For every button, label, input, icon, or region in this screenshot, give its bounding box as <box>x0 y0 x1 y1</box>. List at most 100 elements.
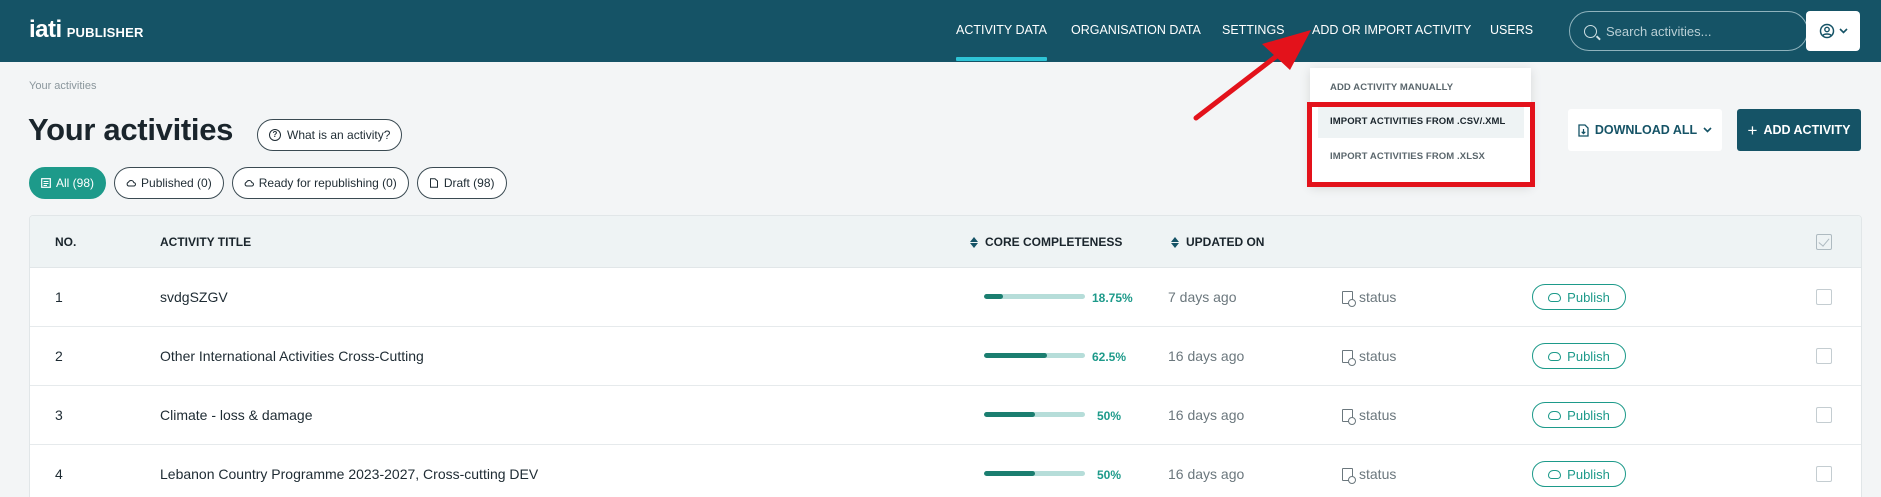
row-title[interactable]: Other International Activities Cross-Cut… <box>160 348 424 364</box>
row-title[interactable]: svdgSZGV <box>160 289 228 305</box>
completeness-bar <box>984 353 1085 358</box>
logo-text: iati <box>29 16 62 43</box>
status-label: status <box>1359 348 1397 364</box>
logo-subtext: PUBLISHER <box>66 25 144 40</box>
row-title[interactable]: Lebanon Country Programme 2023-2027, Cro… <box>160 466 538 482</box>
updated-on: 16 days ago <box>1168 407 1245 423</box>
status-link[interactable]: status <box>1342 289 1396 307</box>
updated-on: 16 days ago <box>1168 348 1245 364</box>
completeness-value: 18.75% <box>1092 291 1133 305</box>
header-updated-on[interactable]: UPDATED ON <box>1171 235 1264 249</box>
download-all-label: DOWNLOAD ALL <box>1594 123 1698 137</box>
publish-label: Publish <box>1567 348 1610 364</box>
table-row[interactable]: 2 Other International Activities Cross-C… <box>30 327 1861 386</box>
status-link[interactable]: status <box>1342 466 1397 484</box>
breadcrumb[interactable]: Your activities <box>29 80 96 92</box>
nav-add-or-import-activity[interactable]: ADD OR IMPORT ACTIVITY <box>1312 23 1471 37</box>
add-activity-button[interactable]: + ADD ACTIVITY <box>1737 109 1861 151</box>
cloud-upload-icon <box>244 179 254 187</box>
activities-table: NO. ACTIVITY TITLE CORE COMPLETENESS UPD… <box>29 215 1862 497</box>
header-core-completeness[interactable]: CORE COMPLETENESS <box>970 235 1122 249</box>
completeness-fill <box>984 471 1035 476</box>
search-input[interactable] <box>1606 23 1786 39</box>
publish-button[interactable]: Publish <box>1532 343 1626 369</box>
search-box <box>1569 11 1808 51</box>
publish-label: Publish <box>1567 466 1610 482</box>
row-checkbox[interactable] <box>1816 466 1832 482</box>
question-icon: ? <box>269 129 281 141</box>
what-is-activity-label: What is an activity? <box>287 128 391 142</box>
updated-on: 16 days ago <box>1168 466 1245 482</box>
draft-doc-icon <box>429 178 438 188</box>
row-number: 2 <box>55 348 63 364</box>
what-is-activity-button[interactable]: ? What is an activity? <box>257 119 403 151</box>
completeness-value: 50% <box>1097 468 1122 482</box>
table-header: NO. ACTIVITY TITLE CORE COMPLETENESS UPD… <box>30 216 1861 268</box>
header-updated-on-label: UPDATED ON <box>1186 235 1265 249</box>
plus-icon: + <box>1747 120 1758 140</box>
completeness-bar <box>984 412 1085 417</box>
row-checkbox[interactable] <box>1816 348 1832 364</box>
table-row[interactable]: 3 Climate - loss & damage 50% 16 days ag… <box>30 386 1861 445</box>
cloud-upload-icon <box>1548 292 1562 302</box>
sort-icon <box>970 236 978 248</box>
chevron-down-icon <box>1703 127 1712 133</box>
filter-chips: All (98) Published (0) Ready for republi… <box>29 167 507 199</box>
select-all-checkbox[interactable] <box>1816 234 1832 250</box>
completeness-value: 50% <box>1097 409 1122 423</box>
publish-button[interactable]: Publish <box>1532 461 1626 487</box>
completeness-fill <box>984 353 1048 358</box>
filter-ready-for-republishing[interactable]: Ready for republishing (0) <box>231 167 409 199</box>
search-icon <box>1584 24 1597 38</box>
chevron-down-icon <box>1838 28 1848 34</box>
top-navbar: iati PUBLISHER ACTIVITY DATA ORGANISATIO… <box>0 0 1881 62</box>
nav-activity-data[interactable]: ACTIVITY DATA <box>956 23 1047 61</box>
filter-published[interactable]: Published (0) <box>114 167 224 199</box>
table-row[interactable]: 4 Lebanon Country Programme 2023-2027, C… <box>30 445 1861 497</box>
status-label: status <box>1359 466 1397 482</box>
completeness-fill <box>984 294 1003 299</box>
updated-on: 7 days ago <box>1168 289 1237 305</box>
publish-label: Publish <box>1567 407 1610 423</box>
row-number: 4 <box>55 466 63 482</box>
document-status-icon <box>1342 349 1356 366</box>
nav-users[interactable]: USERS <box>1490 23 1533 37</box>
status-link[interactable]: status <box>1342 348 1397 366</box>
filter-draft[interactable]: Draft (98) <box>416 167 507 199</box>
completeness-fill <box>984 412 1035 417</box>
filter-all[interactable]: All (98) <box>29 167 107 199</box>
row-checkbox[interactable] <box>1816 407 1832 423</box>
publish-button[interactable]: Publish <box>1532 402 1626 428</box>
header-activity-title: ACTIVITY TITLE <box>160 235 252 249</box>
annotation-highlight-box <box>1307 102 1535 187</box>
file-download-icon <box>1578 123 1589 137</box>
document-status-icon <box>1342 467 1356 484</box>
cloud-icon <box>126 179 136 187</box>
cloud-upload-icon <box>1548 410 1562 420</box>
document-status-icon <box>1342 290 1356 307</box>
nav-organisation-data[interactable]: ORGANISATION DATA <box>1071 23 1201 37</box>
row-number: 1 <box>55 289 63 305</box>
nav-settings[interactable]: SETTINGS <box>1222 23 1285 37</box>
cloud-upload-icon <box>1548 469 1562 479</box>
row-title[interactable]: Climate - loss & damage <box>160 407 313 423</box>
table-row[interactable]: 1 svdgSZGV 18.75% 7 days ago status Publ… <box>30 268 1861 327</box>
iati-publisher-logo[interactable]: iati PUBLISHER <box>29 16 144 44</box>
completeness-value: 62.5% <box>1092 350 1127 364</box>
publish-label: Publish <box>1567 289 1610 305</box>
publish-button[interactable]: Publish <box>1532 284 1626 310</box>
user-circle-icon <box>1819 23 1834 39</box>
status-link[interactable]: status <box>1342 407 1396 425</box>
header-no: NO. <box>55 235 77 249</box>
download-all-button[interactable]: DOWNLOAD ALL <box>1568 109 1722 151</box>
add-activity-label: ADD ACTIVITY <box>1763 123 1851 137</box>
list-icon <box>41 178 51 188</box>
filter-draft-label: Draft (98) <box>443 176 495 190</box>
completeness-bar <box>984 294 1085 299</box>
user-menu-button[interactable] <box>1806 11 1860 51</box>
row-number: 3 <box>55 407 63 423</box>
menu-item-add-manually[interactable]: ADD ACTIVITY MANUALLY <box>1310 71 1531 104</box>
row-checkbox[interactable] <box>1816 289 1832 305</box>
header-core-completeness-label: CORE COMPLETENESS <box>985 235 1123 249</box>
page-title: Your activities <box>28 112 234 147</box>
